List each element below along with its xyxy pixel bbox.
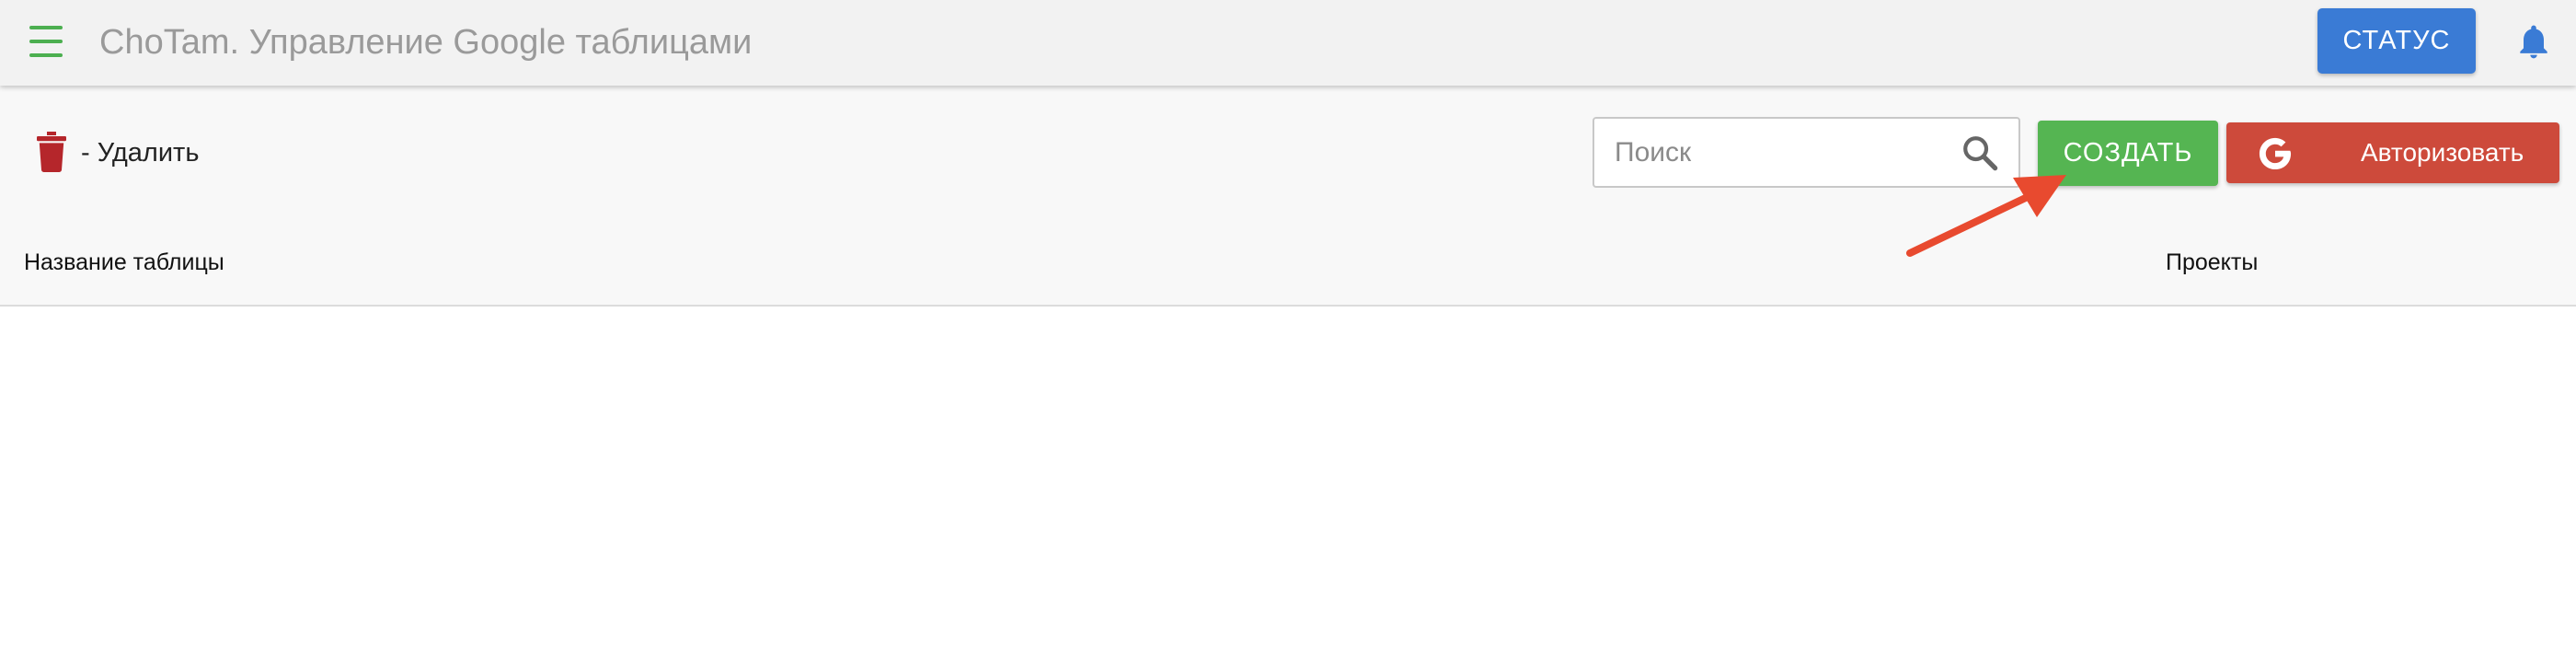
- search-input[interactable]: [1615, 132, 1946, 174]
- status-button[interactable]: СТАТУС: [2317, 8, 2476, 74]
- bell-icon[interactable]: [2513, 20, 2554, 63]
- column-header-table-name[interactable]: Название таблицы: [24, 249, 224, 276]
- toolbar: - Удалить СОЗДАТЬ Авторизовать Название …: [0, 86, 2576, 307]
- app-bar: ChoTam. Управление Google таблицами СТАТ…: [0, 0, 2576, 86]
- authorize-button[interactable]: Авторизовать: [2226, 122, 2559, 183]
- authorize-button-label: Авторизовать: [2361, 138, 2524, 167]
- search-box[interactable]: [1593, 117, 2020, 188]
- delete-legend-label: - Удалить: [81, 138, 200, 168]
- create-button[interactable]: СОЗДАТЬ: [2038, 121, 2218, 186]
- google-g-icon: [2254, 132, 2296, 174]
- search-icon[interactable]: [1961, 133, 1999, 172]
- trash-icon: [37, 132, 66, 173]
- app-title: ChoTam. Управление Google таблицами: [99, 23, 753, 62]
- hamburger-menu-icon[interactable]: [24, 22, 68, 63]
- column-header-projects[interactable]: Проекты: [2166, 249, 2258, 276]
- table-body: [0, 307, 2576, 660]
